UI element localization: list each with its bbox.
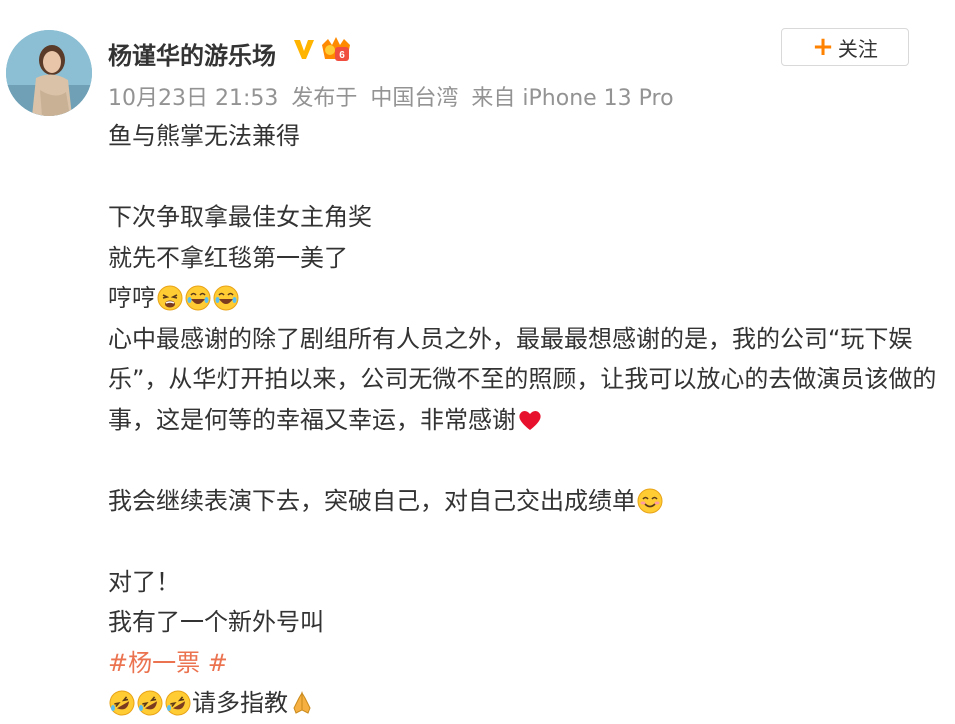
- post-location: 中国台湾: [370, 86, 459, 111]
- user-name[interactable]: 杨谨华的游乐场: [108, 36, 276, 71]
- post-line-text: 哼哼: [108, 284, 156, 312]
- post-line: 我会继续表演下去，突破自己，对自己交出成绩单: [108, 481, 953, 522]
- follow-button[interactable]: + 关注: [781, 28, 909, 66]
- laughing-tears-emoji-icon: [185, 285, 211, 311]
- post-time[interactable]: 10月23日 21:53: [108, 86, 278, 111]
- post-paragraph: 心中最感谢的除了剧组所有人员之外，最最最想感谢的是，我的公司“玩下娱乐”，从华灯…: [108, 319, 953, 441]
- verified-v-icon: [294, 40, 314, 59]
- smiling-face-emoji-icon: [637, 488, 663, 513]
- rolling-laughing-emoji-icon: [109, 690, 135, 716]
- svg-text:6: 6: [339, 50, 345, 61]
- post-line: 下次争取拿最佳女主角奖: [108, 203, 372, 231]
- post-line: 就先不拿红毯第一美了: [108, 243, 348, 272]
- post-line-text: 请多指教: [192, 689, 288, 717]
- hashtag-link[interactable]: #杨一票 #: [108, 649, 228, 677]
- follow-label: 关注: [837, 36, 878, 61]
- post-line: 哼哼: [108, 278, 953, 319]
- rolling-laughing-emoji-icon: [137, 690, 163, 716]
- post-line: 鱼与熊掌无法兼得: [108, 122, 300, 150]
- post-source: 来自 iPhone 13 Pro: [471, 86, 674, 111]
- avatar[interactable]: [6, 30, 92, 116]
- post-line: 请多指教: [108, 683, 953, 724]
- tired-face-emoji-icon: [157, 285, 183, 311]
- post-content: 鱼与熊掌无法兼得 下次争取拿最佳女主角奖 就先不拿红毯第一美了 哼哼 心中最感谢…: [108, 116, 953, 724]
- post-hashtag-line: #杨一票 #: [108, 643, 953, 684]
- rolling-laughing-emoji-icon: [165, 690, 191, 716]
- heart-icon: [519, 410, 541, 430]
- post-line-text: 我会继续表演下去，突破自己，对自己交出成绩单: [108, 486, 636, 515]
- vip-crown-icon[interactable]: 6: [319, 35, 353, 65]
- post-line: 我有了一个新外号叫: [108, 608, 324, 636]
- laughing-tears-emoji-icon: [213, 285, 239, 311]
- plus-icon: +: [812, 32, 834, 62]
- posted-from-prefix: 发布于: [291, 86, 358, 111]
- post-line: 对了！: [108, 567, 180, 596]
- folded-hands-icon: [293, 691, 311, 714]
- post-meta: 10月23日 21:53 发布于 中国台湾 来自 iPhone 13 Pro: [108, 80, 680, 112]
